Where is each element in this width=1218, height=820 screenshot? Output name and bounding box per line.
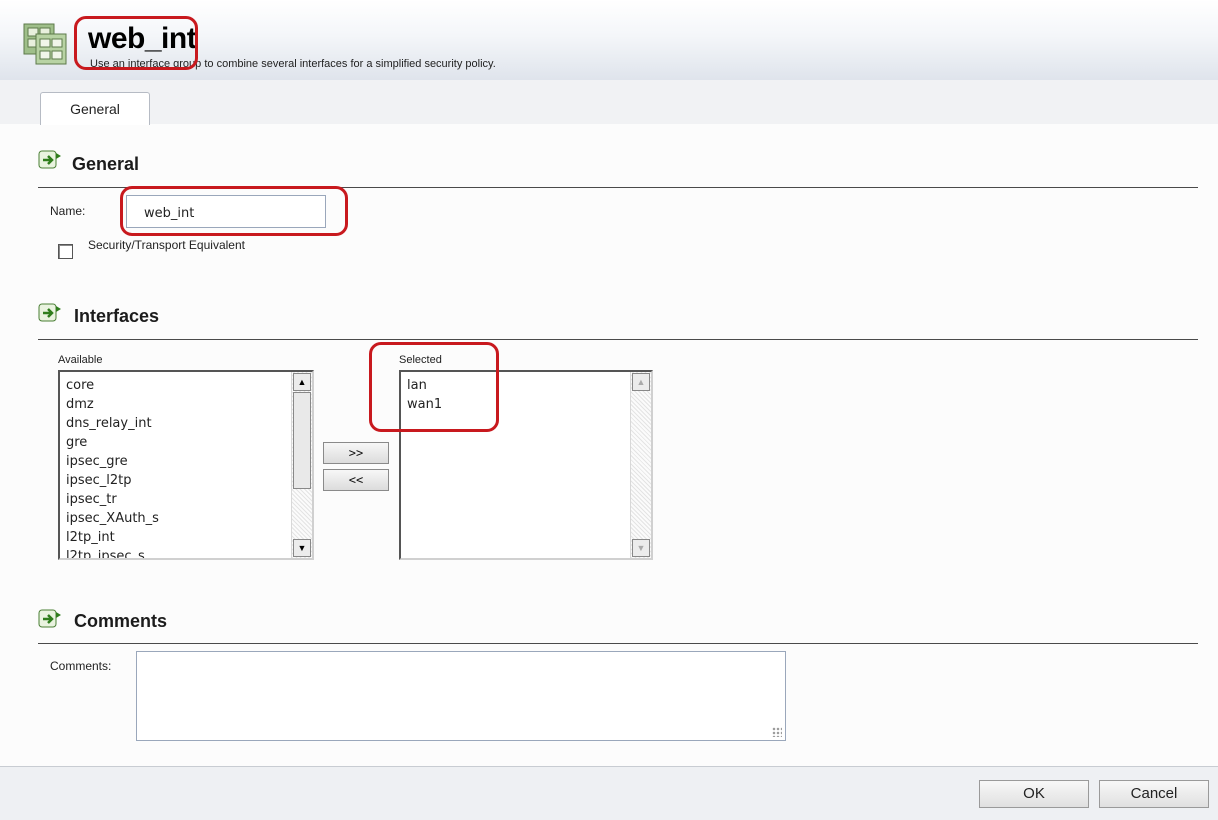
list-item[interactable]: dmz xyxy=(66,395,159,414)
list-item[interactable]: l2tp_int xyxy=(66,528,159,547)
tab-general[interactable]: General xyxy=(40,92,150,125)
list-item[interactable]: ipsec_l2tp xyxy=(66,471,159,490)
scroll-down-arrow-icon[interactable]: ▼ xyxy=(293,539,311,557)
list-item[interactable]: ipsec_gre xyxy=(66,452,159,471)
section-title-interfaces: Interfaces xyxy=(74,306,160,326)
list-item[interactable]: l2tp_ipsec_s xyxy=(66,547,159,558)
section-title-comments: Comments xyxy=(74,611,168,631)
resize-grip-icon[interactable] xyxy=(772,727,782,737)
comments-textarea[interactable] xyxy=(136,651,786,741)
list-item[interactable]: gre xyxy=(66,433,159,452)
cancel-button[interactable]: Cancel xyxy=(1099,780,1209,808)
list-item[interactable]: core xyxy=(66,376,159,395)
section-arrow-icon xyxy=(38,150,61,169)
remove-interface-button[interactable]: << xyxy=(323,469,389,491)
list-item[interactable]: dns_relay_int xyxy=(66,414,159,433)
name-highlight-annotation xyxy=(120,186,348,236)
section-arrow-icon xyxy=(38,609,61,628)
interface-group-icon xyxy=(23,23,67,65)
scroll-down-arrow-icon[interactable]: ▼ xyxy=(632,539,650,557)
available-label: Available xyxy=(58,354,103,366)
list-item[interactable]: ipsec_tr xyxy=(66,490,159,509)
add-interface-button[interactable]: >> xyxy=(323,442,389,464)
scroll-up-arrow-icon[interactable]: ▲ xyxy=(632,373,650,391)
comments-label: Comments: xyxy=(50,659,112,673)
list-item[interactable]: ipsec_XAuth_s xyxy=(66,509,159,528)
scroll-up-arrow-icon[interactable]: ▲ xyxy=(293,373,311,391)
tab-bar xyxy=(0,80,1218,125)
selected-highlight-annotation xyxy=(369,342,499,432)
title-highlight-annotation xyxy=(74,16,198,70)
security-transport-label: Security/Transport Equivalent xyxy=(88,238,245,252)
section-divider xyxy=(38,339,1198,340)
section-divider xyxy=(38,643,1198,644)
scrollbar-thumb[interactable] xyxy=(293,392,311,489)
ok-button[interactable]: OK xyxy=(979,780,1089,808)
selected-scrollbar[interactable]: ▲ ▼ xyxy=(630,372,651,558)
section-arrow-icon xyxy=(38,303,61,322)
available-scrollbar[interactable]: ▲ ▼ xyxy=(291,372,312,558)
available-interfaces-list[interactable]: core dmz dns_relay_int gre ipsec_gre ips… xyxy=(58,370,314,560)
name-label: Name: xyxy=(50,204,86,218)
security-transport-checkbox[interactable] xyxy=(58,244,73,259)
available-items: core dmz dns_relay_int gre ipsec_gre ips… xyxy=(66,376,159,558)
section-title-general: General xyxy=(72,154,140,174)
